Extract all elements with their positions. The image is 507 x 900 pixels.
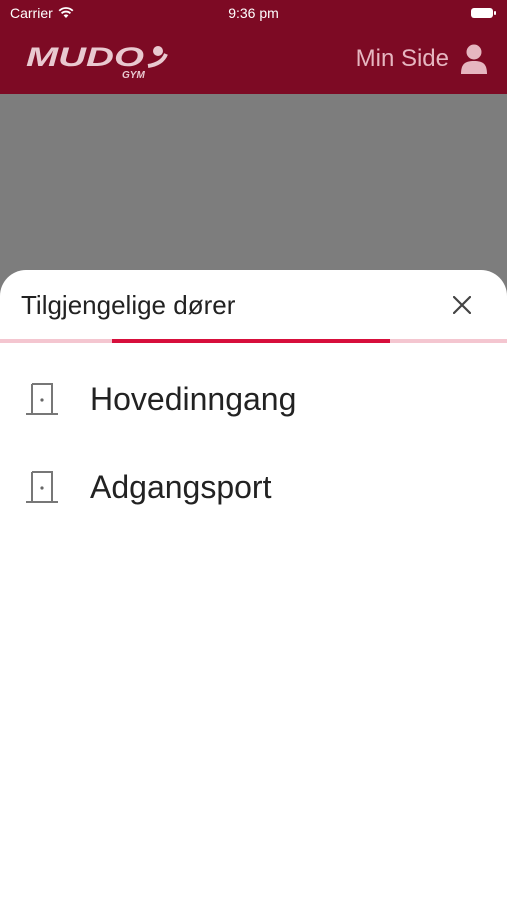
door-icon — [26, 471, 58, 503]
loading-progress-fill — [111, 339, 391, 343]
doors-bottom-sheet: Tilgjengelige dører Hovedinngang Adgangs… — [0, 270, 507, 900]
close-icon — [453, 296, 471, 314]
user-icon — [461, 44, 487, 74]
door-item-adgangsport[interactable]: Adgangsport — [0, 443, 507, 531]
svg-text:MUDO: MUDO — [26, 42, 144, 72]
door-icon — [26, 383, 58, 415]
door-item-hovedinngang[interactable]: Hovedinngang — [0, 355, 507, 443]
mudo-gym-logo: MUDO GYM — [26, 42, 168, 81]
status-time: 9:36 pm — [228, 5, 279, 21]
battery-icon — [471, 8, 496, 18]
door-list: Hovedinngang Adgangsport — [0, 355, 507, 531]
door-label: Hovedinngang — [90, 380, 297, 417]
loading-progress-bar — [0, 339, 507, 343]
min-side-button[interactable]: Min Side — [356, 44, 487, 74]
status-bar: Carrier 9:36 pm — [0, 0, 507, 28]
min-side-label: Min Side — [355, 45, 449, 72]
svg-text:GYM: GYM — [122, 70, 145, 81]
sheet-title: Tilgjengelige dører — [21, 290, 236, 320]
door-label: Adgangsport — [90, 468, 272, 505]
close-button[interactable] — [447, 290, 477, 320]
app-header: MUDO GYM Min Side — [0, 28, 507, 94]
